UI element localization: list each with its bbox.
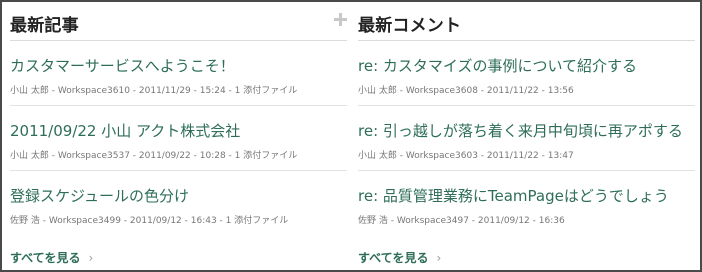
see-all-articles-link[interactable]: すべてを見る › xyxy=(10,249,93,266)
latest-comments-panel: 最新コメント re: カスタマイズの事例について紹介する 小山 太郎 - Wor… xyxy=(358,2,695,265)
article-list-item: 登録スケジュールの色分け 佐野 浩 - Workspace3499 - 2011… xyxy=(10,171,347,236)
comment-title-link[interactable]: re: カスタマイズの事例について紹介する xyxy=(358,55,637,76)
latest-comments-title: 最新コメント xyxy=(358,16,462,36)
latest-articles-header: 最新記事 xyxy=(10,2,347,41)
dashboard-widget-frame: 最新記事 カスタマーサービスへようこそ！ 小山 太郎 - Workspace36… xyxy=(0,0,702,272)
latest-comments-header: 最新コメント xyxy=(358,2,695,41)
latest-articles-title: 最新記事 xyxy=(10,16,79,36)
comment-meta: 小山 太郎 - Workspace3603 - 2011/11/22 - 13:… xyxy=(358,151,574,161)
article-title-link[interactable]: 登録スケジュールの色分け xyxy=(10,185,189,206)
article-list-item: 2011/09/22 小山 アクト株式会社 小山 太郎 - Workspace3… xyxy=(10,106,347,171)
article-meta: 小山 太郎 - Workspace3610 - 2011/11/29 - 15:… xyxy=(10,86,298,96)
see-all-label: すべてを見る xyxy=(358,251,429,265)
article-title-link[interactable]: 2011/09/22 小山 アクト株式会社 xyxy=(10,120,240,141)
see-all-label: すべてを見る xyxy=(10,251,81,265)
plus-icon[interactable] xyxy=(334,13,347,26)
article-meta: 小山 太郎 - Workspace3537 - 2011/09/22 - 10:… xyxy=(10,151,298,161)
article-meta: 佐野 浩 - Workspace3499 - 2011/09/12 - 16:4… xyxy=(10,216,289,226)
see-all-comments-link[interactable]: すべてを見る › xyxy=(358,249,441,266)
article-title-link[interactable]: カスタマーサービスへようこそ！ xyxy=(10,55,235,76)
chevron-right-icon: › xyxy=(436,251,442,265)
comment-title-link[interactable]: re: 引っ越しが落ち着く来月中旬頃に再アポする xyxy=(358,120,683,141)
comment-list-item: re: 品質管理業務にTeamPageはどうでしょう 佐野 浩 - Worksp… xyxy=(358,171,695,236)
comment-meta: 佐野 浩 - Workspace3497 - 2011/09/12 - 16:3… xyxy=(358,216,565,226)
latest-articles-panel: 最新記事 カスタマーサービスへようこそ！ 小山 太郎 - Workspace36… xyxy=(10,2,347,265)
comment-meta: 小山 太郎 - Workspace3608 - 2011/11/22 - 13:… xyxy=(358,86,574,96)
comment-list-item: re: カスタマイズの事例について紹介する 小山 太郎 - Workspace3… xyxy=(358,41,695,106)
comment-title-link[interactable]: re: 品質管理業務にTeamPageはどうでしょう xyxy=(358,185,669,206)
comment-list-item: re: 引っ越しが落ち着く来月中旬頃に再アポする 小山 太郎 - Workspa… xyxy=(358,106,695,171)
article-list-item: カスタマーサービスへようこそ！ 小山 太郎 - Workspace3610 - … xyxy=(10,41,347,106)
chevron-right-icon: › xyxy=(88,251,94,265)
